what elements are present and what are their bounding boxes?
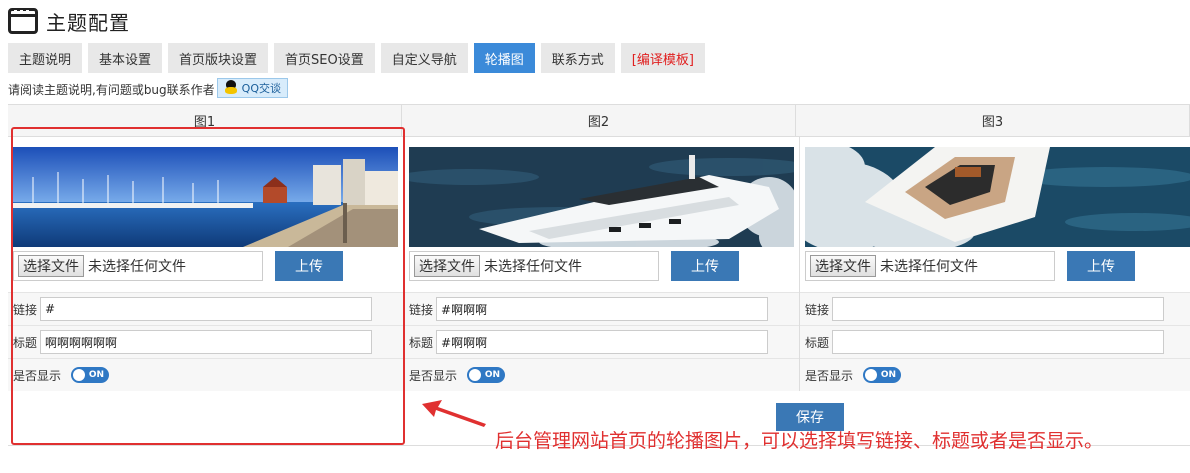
slide-2-toggle-text: ON — [484, 370, 501, 380]
tab-bar: 主题说明 基本设置 首页版块设置 首页SEO设置 自定义导航 轮播图 联系方式 … — [8, 43, 705, 73]
slide-3-link-row: 链接 — [800, 292, 1190, 325]
slide-3-toggle-text: ON — [880, 370, 897, 380]
tab-carousel[interactable]: 轮播图 — [473, 43, 535, 73]
slide-1-heading: 图1 — [8, 105, 402, 136]
slide-2-show-toggle[interactable]: ON — [467, 367, 506, 383]
slide-3-show-toggle[interactable]: ON — [863, 367, 902, 383]
tab-custom-nav[interactable]: 自定义导航 — [380, 43, 468, 73]
slide-3-link-input[interactable] — [832, 297, 1165, 321]
tab-home-blocks[interactable]: 首页版块设置 — [168, 43, 269, 73]
slide-2-title-row: 标题 #啊啊啊 — [404, 325, 799, 358]
carousel-table: 图1 图2 图3 选择文件 未选择任何文件 上传 链接 # 标题 啊啊啊啊啊啊 … — [8, 104, 1190, 391]
tab-compile-template[interactable]: [编译模板] — [620, 43, 705, 73]
slide-1-link-row: 链接 # — [8, 292, 403, 325]
page-title: 主题配置 — [46, 10, 130, 35]
slide-1-toggle-text: ON — [88, 370, 105, 380]
carousel-table-body: 选择文件 未选择任何文件 上传 链接 # 标题 啊啊啊啊啊啊 是否显示 ON 选… — [8, 137, 1190, 391]
slide-1-image — [13, 147, 398, 247]
slide-1-link-input[interactable]: # — [40, 297, 373, 321]
page-header: 主题配置 — [8, 4, 130, 38]
slide-3-show-row: 是否显示 ON — [800, 358, 1190, 391]
slide-1-show-toggle[interactable]: ON — [71, 367, 110, 383]
slide-3-show-label: 是否显示 — [805, 368, 854, 383]
notice-text: 请阅读主题说明,有问题或bug联系作者 — [8, 83, 215, 97]
slide-3-file-input[interactable]: 选择文件 未选择任何文件 — [805, 251, 1055, 281]
slide-3-file-status: 未选择任何文件 — [880, 259, 978, 275]
slide-3-heading: 图3 — [796, 105, 1190, 136]
slide-1-title-input[interactable]: 啊啊啊啊啊啊 — [40, 330, 373, 354]
slide-2-title-input[interactable]: #啊啊啊 — [436, 330, 769, 354]
slide-1-title-row: 标题 啊啊啊啊啊啊 — [8, 325, 403, 358]
slide-2-link-input[interactable]: #啊啊啊 — [436, 297, 769, 321]
slide-2-image-area: 选择文件 未选择任何文件 上传 — [404, 137, 799, 292]
tab-contact[interactable]: 联系方式 — [540, 43, 615, 73]
slide-2-show-label: 是否显示 — [409, 368, 458, 383]
slide-3-column: 选择文件 未选择任何文件 上传 链接 标题 是否显示 ON — [800, 137, 1190, 391]
annotation-text: 后台管理网站首页的轮播图片，可以选择填写链接、标题或者是否显示。 — [495, 430, 1104, 452]
qq-chat-label: QQ交谈 — [241, 81, 281, 95]
slide-3-title-input[interactable] — [832, 330, 1165, 354]
slide-2-title-label: 标题 — [409, 335, 434, 350]
slide-1-file-status: 未选择任何文件 — [88, 259, 186, 275]
slide-2-column: 选择文件 未选择任何文件 上传 链接 #啊啊啊 标题 #啊啊啊 是否显示 ON — [404, 137, 800, 391]
slide-3-title-row: 标题 — [800, 325, 1190, 358]
slide-2-choose-file-button[interactable]: 选择文件 — [414, 255, 480, 277]
slide-2-file-status: 未选择任何文件 — [484, 259, 582, 275]
slide-3-image — [805, 147, 1190, 247]
slide-2-upload-button[interactable]: 上传 — [671, 251, 739, 281]
slide-3-upload-button[interactable]: 上传 — [1067, 251, 1135, 281]
notice-bar: 请阅读主题说明,有问题或bug联系作者 QQ交谈 — [8, 77, 288, 98]
window-icon — [8, 8, 38, 34]
slide-3-choose-file-button[interactable]: 选择文件 — [810, 255, 876, 277]
slide-1-upload-row: 选择文件 未选择任何文件 上传 — [13, 251, 398, 281]
slide-1-show-label: 是否显示 — [13, 368, 62, 383]
slide-2-upload-row: 选择文件 未选择任何文件 上传 — [409, 251, 794, 281]
slide-3-link-label: 链接 — [805, 302, 830, 317]
slide-1-choose-file-button[interactable]: 选择文件 — [18, 255, 84, 277]
slide-2-link-label: 链接 — [409, 302, 434, 317]
slide-1-column: 选择文件 未选择任何文件 上传 链接 # 标题 啊啊啊啊啊啊 是否显示 ON — [8, 137, 404, 391]
tab-home-seo[interactable]: 首页SEO设置 — [274, 43, 375, 73]
qq-penguin-icon — [224, 80, 238, 95]
slide-3-title-label: 标题 — [805, 335, 830, 350]
arrow-icon — [422, 400, 486, 427]
slide-2-image — [409, 147, 794, 247]
tab-basic-settings[interactable]: 基本设置 — [88, 43, 163, 73]
slide-3-upload-row: 选择文件 未选择任何文件 上传 — [805, 251, 1190, 281]
slide-2-heading: 图2 — [402, 105, 796, 136]
tab-theme-intro[interactable]: 主题说明 — [8, 43, 83, 73]
carousel-table-header: 图1 图2 图3 — [8, 105, 1190, 137]
slide-1-upload-button[interactable]: 上传 — [275, 251, 343, 281]
slide-1-file-input[interactable]: 选择文件 未选择任何文件 — [13, 251, 263, 281]
slide-2-show-row: 是否显示 ON — [404, 358, 799, 391]
slide-1-show-row: 是否显示 ON — [8, 358, 403, 391]
slide-1-title-label: 标题 — [13, 335, 38, 350]
slide-2-link-row: 链接 #啊啊啊 — [404, 292, 799, 325]
slide-3-image-area: 选择文件 未选择任何文件 上传 — [800, 137, 1190, 292]
slide-2-file-input[interactable]: 选择文件 未选择任何文件 — [409, 251, 659, 281]
slide-1-link-label: 链接 — [13, 302, 38, 317]
slide-1-image-area: 选择文件 未选择任何文件 上传 — [8, 137, 403, 292]
qq-chat-button[interactable]: QQ交谈 — [216, 77, 288, 98]
